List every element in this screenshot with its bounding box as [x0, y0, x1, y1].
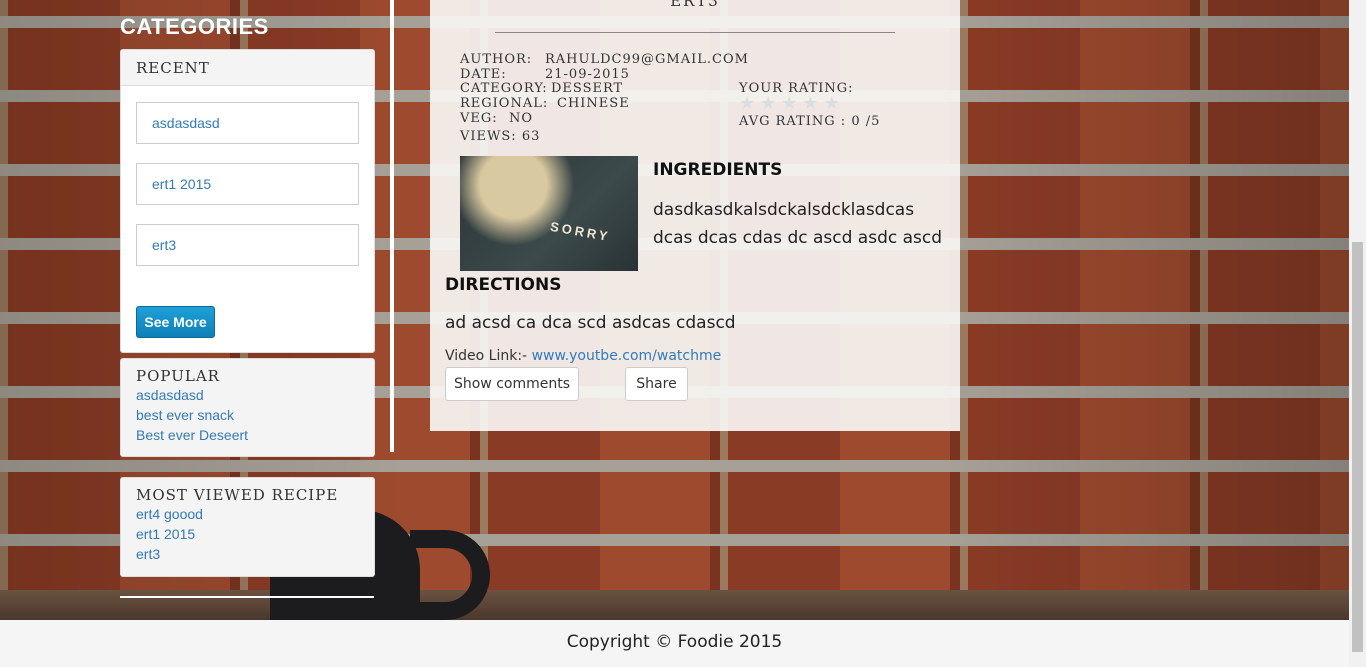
directions-heading: DIRECTIONS [445, 275, 562, 295]
footer-copyright: Copyright © Foodie 2015 [0, 620, 1349, 667]
ingredients-heading: INGREDIENTS [653, 160, 783, 180]
see-more-button[interactable]: See More [136, 306, 215, 338]
most-viewed-panel: MOST VIEWED RECIPE ert4 goood ert1 2015 … [120, 477, 375, 577]
regional-label: REGIONAL: [460, 96, 549, 111]
directions-text: ad acsd ca dca scd asdcas cdascd [445, 313, 736, 333]
meta-category: CATEGORY: DESSERT [460, 81, 623, 96]
most-viewed-heading: MOST VIEWED RECIPE [136, 486, 339, 504]
ingredients-text: dasdkasdkalsdckalsdcklasdcas dcas dcas c… [653, 200, 943, 248]
most-viewed-item[interactable]: ert4 goood [121, 504, 374, 524]
sidebar-bottom-rule [120, 596, 374, 598]
popular-heading: POPULAR [136, 367, 220, 385]
star-icon[interactable]: ★ [760, 94, 776, 114]
recipe-card: ERT3 AUTHOR: RAHULDC99@GMAIL.COM DATE: 21-… [430, 0, 960, 431]
video-link[interactable]: www.youtbe.com/watchme [532, 348, 722, 364]
date-value: 21-09-2015 [545, 67, 630, 82]
recipe-title: ERT3 [670, 0, 720, 10]
category-label: CATEGORY: [460, 81, 548, 96]
popular-item[interactable]: Best ever Deseert [121, 425, 374, 445]
shelf-background [0, 590, 1350, 620]
meta-regional: REGIONAL: CHINESE [460, 96, 630, 111]
star-icon[interactable]: ★ [802, 94, 818, 114]
recent-panel: RECENT asdasdasd ert1 2015 ert3 See More [120, 49, 375, 353]
veg-value: NO [509, 111, 534, 126]
sidebar-divider [390, 0, 394, 452]
your-rating-stars[interactable]: ★ ★ ★ ★ ★ [739, 94, 840, 114]
video-link-label: Video Link:- [445, 348, 528, 364]
avg-rating: AVG RATING : 0 /5 [739, 114, 881, 129]
most-viewed-item[interactable]: ert3 [121, 544, 374, 564]
views-value: 63 [521, 129, 541, 144]
recent-heading: RECENT [121, 50, 374, 86]
popular-item[interactable]: best ever snack [121, 405, 374, 425]
recent-item[interactable]: asdasdasd [136, 102, 359, 144]
categories-title: CATEGORIES [120, 14, 269, 39]
recent-item[interactable]: ert1 2015 [136, 163, 359, 205]
scrollbar-thumb[interactable] [1352, 242, 1363, 652]
share-button[interactable]: Share [625, 367, 688, 401]
popular-panel: POPULAR asdasdasd best ever snack Best e… [120, 358, 375, 457]
recent-item[interactable]: ert3 [136, 224, 359, 266]
star-icon[interactable]: ★ [739, 94, 755, 114]
meta-views: VIEWS: 63 [460, 129, 540, 144]
views-label: VIEWS: [460, 129, 517, 144]
author-label: AUTHOR: [460, 52, 533, 67]
category-value: DESSERT [551, 81, 624, 96]
meta-veg: VEG: NO [460, 111, 533, 126]
popular-item[interactable]: asdasdasd [121, 385, 374, 405]
regional-value: CHINESE [557, 96, 630, 111]
meta-author: AUTHOR: RAHULDC99@GMAIL.COM [460, 52, 749, 67]
star-icon[interactable]: ★ [824, 94, 840, 114]
meta-date: DATE: 21-09-2015 [460, 67, 630, 82]
video-link-row: Video Link:- www.youtbe.com/watchme [445, 348, 721, 364]
star-icon[interactable]: ★ [781, 94, 797, 114]
recipe-image: SORRY [460, 156, 638, 271]
title-rule [495, 32, 895, 33]
recipe-image-text: SORRY [549, 218, 612, 245]
most-viewed-item[interactable]: ert1 2015 [121, 524, 374, 544]
date-label: DATE: [460, 67, 507, 82]
show-comments-button[interactable]: Show comments [445, 367, 579, 401]
veg-label: VEG: [460, 111, 498, 126]
author-value: RAHULDC99@GMAIL.COM [545, 52, 749, 67]
